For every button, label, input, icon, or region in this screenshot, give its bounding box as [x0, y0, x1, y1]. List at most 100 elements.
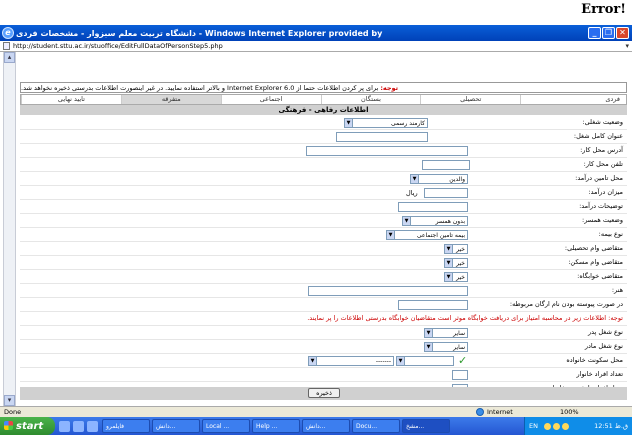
- chevron-down-icon: ▼: [309, 357, 317, 365]
- error-label: Error!: [581, 2, 626, 17]
- chevron-down-icon: ▼: [425, 343, 433, 351]
- desktop-quicklaunch-icon[interactable]: [73, 420, 84, 432]
- minimize-button[interactable]: _: [588, 27, 601, 39]
- row-job-title: عنوان کامل شغل:: [20, 130, 627, 144]
- form-footer: ذخیره: [20, 387, 627, 400]
- insurance-type-select[interactable]: بیمه تامین اجتماعی ▼: [386, 230, 468, 240]
- close-button[interactable]: ✕: [616, 27, 629, 39]
- job-title-input[interactable]: [336, 132, 428, 142]
- row-spouse-status: وضعیت همسر: بدون همسر ▼: [20, 214, 627, 228]
- edu-loan-select[interactable]: خیر ▼: [444, 244, 468, 254]
- income-amount-input[interactable]: [424, 188, 468, 198]
- security-zone[interactable]: Internet: [476, 408, 513, 416]
- status-bar: Done Internet 100%: [0, 406, 632, 417]
- status-text: Done: [4, 408, 22, 416]
- row-housing-loan: متقاضی وام مسکن: خیر ▼: [20, 256, 627, 270]
- row-org-name: در صورت پیوسته بودن نام ارگان مربوطه:: [20, 298, 627, 312]
- row-work-address: آدرس محل کار:: [20, 144, 627, 158]
- dorm-note: توجه: اطلاعات زیر در محاسبه امتیاز برای …: [307, 314, 623, 322]
- mother-job-select[interactable]: سایر ▼: [424, 342, 468, 352]
- job-status-select[interactable]: کارمند رسمی ▼: [344, 118, 428, 128]
- row-income-desc: توضیحات درآمد:: [20, 200, 627, 214]
- income-source-select[interactable]: والدین ▼: [410, 174, 468, 184]
- scroll-up-icon[interactable]: ▴: [4, 52, 15, 63]
- art-input[interactable]: [308, 286, 468, 296]
- page-icon: [3, 42, 10, 50]
- window-titlebar[interactable]: e دانشگاه تربیت معلم سبزوار - مشخصات فرد…: [0, 25, 632, 41]
- scroll-down-icon[interactable]: ▾: [4, 395, 15, 406]
- task-active-window[interactable]: مشخ...: [402, 419, 450, 433]
- mother-job-label: نوع شغل مادر: [584, 342, 623, 350]
- windows-flag-icon: [4, 421, 13, 430]
- task-help[interactable]: Help ...: [252, 419, 300, 433]
- tab-personal[interactable]: فردی: [520, 95, 626, 104]
- zone-label: Internet: [487, 408, 513, 416]
- notice-prefix: توجه:: [380, 83, 399, 92]
- income-desc-input[interactable]: [398, 202, 468, 212]
- chevron-down-icon: ▼: [425, 329, 433, 337]
- vertical-scrollbar[interactable]: ▴ ▾: [3, 52, 16, 406]
- media-quicklaunch-icon[interactable]: [87, 420, 98, 432]
- row-work-phone: تلفن محل کار:: [20, 158, 627, 172]
- chevron-down-icon: ▼: [345, 119, 353, 127]
- notice-text: برای پر کردن اطلاعات حتما از Internet Ex…: [21, 83, 379, 92]
- form-rows: وضعیت شغلی: کارمند رسمی ▼ عنوان کامل شغل:…: [20, 116, 627, 396]
- dorm-applicant-select[interactable]: خیر ▼: [444, 272, 468, 282]
- task-document[interactable]: Docu...: [352, 419, 400, 433]
- housing-loan-select[interactable]: خیر ▼: [444, 258, 468, 268]
- row-insurance-type: نوع بیمه: بیمه تامین اجتماعی ▼: [20, 228, 627, 242]
- task-local[interactable]: Local ...: [202, 419, 250, 433]
- chevron-down-icon: ▼: [403, 217, 411, 225]
- chevron-down-icon: ▼: [411, 175, 419, 183]
- row-father-job: نوع شغل پدر سایر ▼: [20, 326, 627, 340]
- tab-bar: فردی تحصیلی بستگان اجتماعی متفرقه تایید …: [20, 94, 627, 105]
- father-job-label: نوع شغل پدر: [587, 328, 623, 336]
- check-icon: ✓: [458, 354, 468, 367]
- tray-icon[interactable]: [561, 422, 569, 430]
- row-job-status: وضعیت شغلی: کارمند رسمی ▼: [20, 116, 627, 130]
- family-count-input[interactable]: [452, 370, 468, 380]
- address-bar[interactable]: http://student.sttu.ac.ir/stuoffice/Edit…: [0, 41, 632, 52]
- chevron-down-icon: ▼: [445, 245, 453, 253]
- org-name-input[interactable]: [398, 300, 468, 310]
- tab-misc[interactable]: متفرقه: [120, 95, 221, 104]
- org-name-label: در صورت پیوسته بودن نام ارگان مربوطه:: [509, 300, 623, 308]
- quick-launch: [59, 420, 98, 432]
- task-folder[interactable]: فایلمرو: [102, 419, 150, 433]
- system-tray: EN 12:51 ق.ظ: [524, 417, 632, 435]
- job-status-value: کارمند رسمی: [390, 119, 425, 127]
- start-button[interactable]: start: [0, 417, 55, 435]
- row-income-amount: میزان درآمد: ریال: [20, 186, 627, 200]
- language-indicator[interactable]: EN: [529, 422, 538, 430]
- maximize-button[interactable]: ❐: [602, 27, 615, 39]
- tab-final-confirm[interactable]: تایید نهایی: [21, 95, 121, 104]
- tab-education[interactable]: تحصیلی: [420, 95, 521, 104]
- tray-icon[interactable]: [552, 422, 560, 430]
- task-browser-1[interactable]: دانش...: [152, 419, 200, 433]
- spouse-status-select[interactable]: بدون همسر ▼: [402, 216, 468, 226]
- task-browser-2[interactable]: دانش...: [302, 419, 350, 433]
- father-job-select[interactable]: سایر ▼: [424, 328, 468, 338]
- chevron-down-icon: ▼: [387, 231, 395, 239]
- tray-icon[interactable]: [543, 422, 551, 430]
- mother-job-value: سایر: [453, 343, 465, 351]
- residence-province-select[interactable]: ------- ▼: [308, 356, 394, 366]
- row-family-count: تعداد افراد خانوار: [20, 368, 627, 382]
- save-button[interactable]: ذخیره: [308, 388, 340, 398]
- chevron-down-icon[interactable]: ▾: [625, 42, 629, 50]
- housing-loan-label: متقاضی وام مسکن:: [568, 258, 623, 266]
- dorm-applicant-value: خیر: [456, 273, 465, 281]
- work-phone-input[interactable]: [422, 160, 470, 170]
- work-address-input[interactable]: [306, 146, 468, 156]
- residence-city-select[interactable]: ▼: [396, 356, 454, 366]
- income-desc-label: توضیحات درآمد:: [579, 202, 623, 210]
- spouse-status-value: بدون همسر: [435, 217, 465, 225]
- income-source-value: والدین: [449, 175, 465, 183]
- address-url[interactable]: http://student.sttu.ac.ir/stuoffice/Edit…: [13, 42, 223, 50]
- zoom-level[interactable]: 100%: [560, 408, 579, 416]
- tab-relatives[interactable]: بستگان: [320, 95, 421, 104]
- insurance-type-value: بیمه تامین اجتماعی: [416, 231, 465, 239]
- spouse-status-label: وضعیت همسر:: [582, 216, 623, 224]
- ie-quicklaunch-icon[interactable]: [59, 420, 70, 432]
- tab-social[interactable]: اجتماعی: [220, 95, 321, 104]
